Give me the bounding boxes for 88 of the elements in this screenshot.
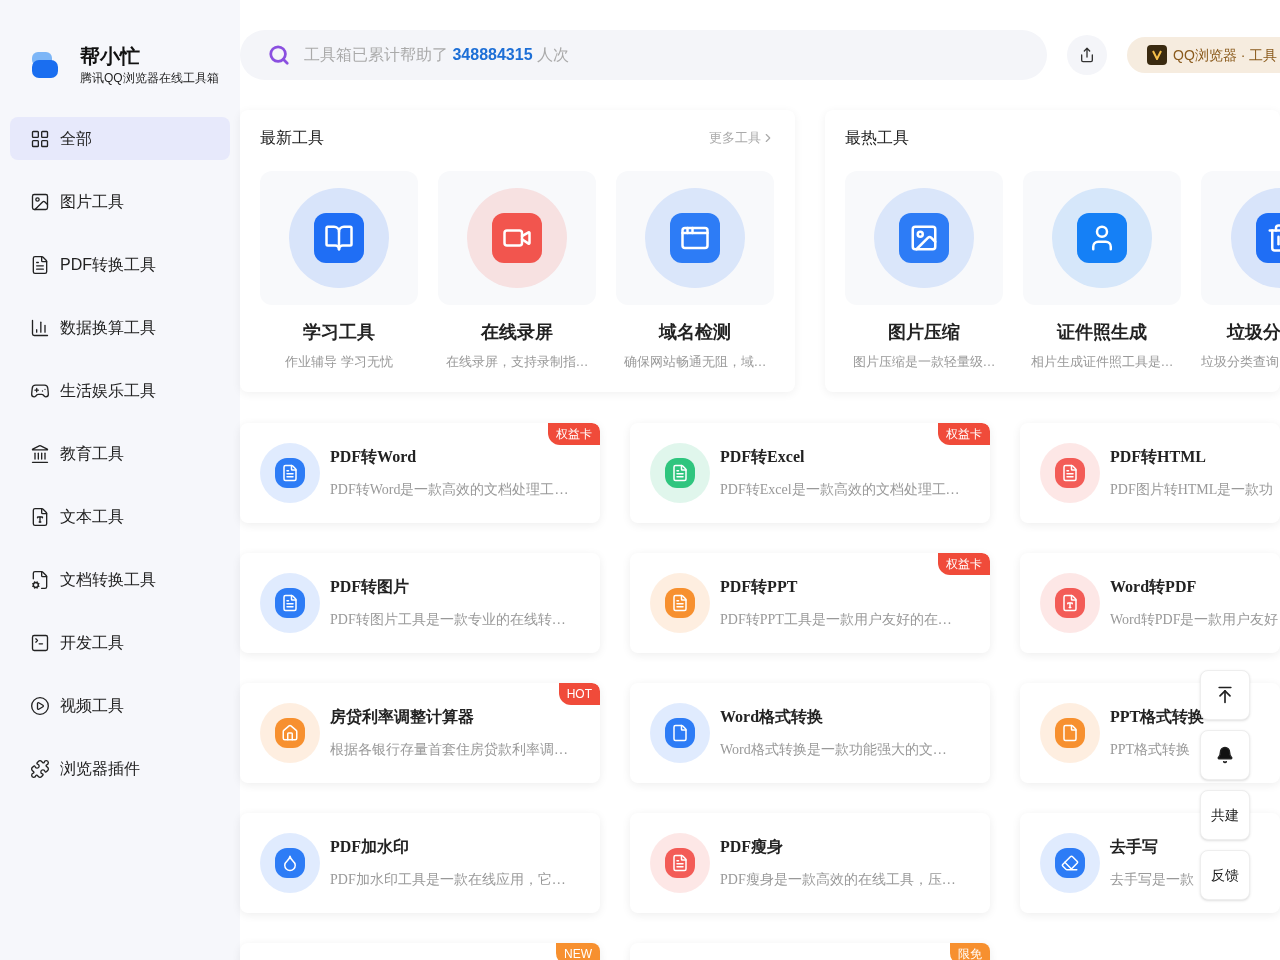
tool-card[interactable]: PDF转图片 PDF转图片工具是一款专业的在线转… bbox=[240, 552, 600, 653]
float-button[interactable]: 反馈 bbox=[1200, 850, 1250, 900]
tool-description: 在线录屏，支持录制指… bbox=[444, 353, 590, 371]
back-to-top-icon bbox=[1215, 685, 1235, 705]
promo-button[interactable]: QQ浏览器 · 工具 bbox=[1127, 37, 1280, 73]
tool-description: 相片生成证件照工具是… bbox=[1029, 353, 1175, 371]
sidebar-item[interactable]: 开发工具 bbox=[10, 621, 230, 664]
sidebar-item[interactable]: 全部 bbox=[10, 117, 230, 160]
tool-description: 作业辅导 学习无忧 bbox=[284, 353, 394, 371]
category-icon bbox=[30, 443, 50, 464]
tool-name: PDF转图片 bbox=[330, 577, 411, 597]
tool-description: Word转PDF是一款用户友好 bbox=[1110, 611, 1279, 629]
tool-description: PDF瘦身是一款高效的在线工具，压… bbox=[720, 871, 956, 889]
panel-title: 最新工具 bbox=[260, 128, 324, 148]
tool-description: PDF转图片工具是一款专业的在线转… bbox=[330, 611, 566, 629]
tool-description: 根据各银行存量首套住房贷款利率调… bbox=[330, 741, 568, 759]
tool-badge: NEW bbox=[556, 942, 600, 960]
tool-name: 在线录屏 bbox=[480, 321, 554, 344]
category-icon bbox=[30, 191, 50, 212]
qq-button[interactable] bbox=[1200, 730, 1250, 780]
tool-name: PDF转HTML bbox=[1110, 447, 1207, 467]
sidebar-item[interactable]: 数据换算工具 bbox=[10, 306, 230, 349]
tool-card[interactable]: PDF加水印 PDF加水印工具是一款在线应用，它… bbox=[240, 812, 600, 913]
tool-card[interactable]: Word格式转换 Word格式转换是一款功能强大的文… bbox=[630, 682, 990, 783]
tool-name: PDF转Excel bbox=[720, 447, 806, 467]
tool-name: 学习工具 bbox=[302, 321, 376, 344]
sidebar-item[interactable]: 图片工具 bbox=[10, 180, 230, 223]
tool-card[interactable]: 权益卡 PDF转Word PDF转Word是一款高效的文档处理工… bbox=[240, 422, 600, 523]
search-icon bbox=[268, 44, 290, 66]
brand-name: 帮小忙 bbox=[80, 44, 141, 69]
tool-card[interactable]: PDF瘦身 PDF瘦身是一款高效的在线工具，压… bbox=[630, 812, 990, 913]
sidebar-item[interactable]: 浏览器插件 bbox=[10, 747, 230, 790]
tool-name: Word转PDF bbox=[1110, 577, 1198, 597]
sidebar-item[interactable]: PDF转换工具 bbox=[10, 243, 230, 286]
share-icon bbox=[1079, 47, 1095, 63]
tool-badge: 权益卡 bbox=[938, 552, 990, 575]
share-button[interactable] bbox=[1067, 35, 1107, 75]
logo-icon bbox=[30, 50, 60, 80]
tool-badge: HOT bbox=[558, 682, 600, 705]
category-icon bbox=[30, 569, 50, 590]
tool-badge: 权益卡 bbox=[548, 422, 600, 445]
category-icon bbox=[30, 506, 50, 527]
sidebar-item[interactable]: 生活娱乐工具 bbox=[10, 369, 230, 412]
category-icon bbox=[30, 758, 50, 779]
tool-name: 域名检测 bbox=[657, 321, 732, 344]
tool-description: PDF转PPT工具是一款用户友好的在… bbox=[720, 611, 952, 629]
tool-card[interactable]: Word转PDF Word转PDF是一款用户友好 bbox=[1020, 552, 1280, 653]
tool-description: PDF转Word是一款高效的文档处理工… bbox=[330, 481, 569, 499]
category-icon bbox=[30, 695, 50, 716]
bell-icon bbox=[1216, 746, 1234, 764]
panel-title: 最热工具 bbox=[845, 128, 909, 148]
tool-name: PDF瘦身 bbox=[720, 837, 785, 857]
tool-description: PDF转Excel是一款高效的文档处理工… bbox=[720, 481, 960, 499]
category-icon bbox=[30, 128, 50, 149]
tool-card[interactable]: PDF转HTML PDF图片转HTML是一款功 bbox=[1020, 422, 1280, 523]
tool-description: PDF图片转HTML是一款功 bbox=[1110, 481, 1274, 499]
tool-name: 去手写 bbox=[1110, 837, 1159, 857]
search-bar[interactable]: 工具箱已累计帮助了 348884315 人次 bbox=[240, 30, 1047, 80]
tool-name: PDF转PPT bbox=[720, 577, 799, 597]
tool-name: PPT格式转换 bbox=[1110, 707, 1205, 727]
tool-card[interactable]: HOT 房贷利率调整计算器 根据各银行存量首套住房贷款利率调… bbox=[240, 682, 600, 783]
sidebar-item[interactable]: 文本工具 bbox=[10, 495, 230, 538]
tool-description: 垃圾分类查询 bbox=[1201, 353, 1280, 371]
tool-description: 确保网站畅通无阻，域… bbox=[622, 353, 768, 371]
browser-logo-icon bbox=[1147, 45, 1167, 65]
tool-name: 证件照生成 bbox=[1055, 321, 1148, 344]
float-button[interactable]: 共建 bbox=[1200, 790, 1250, 840]
tool-description: PDF加水印工具是一款在线应用，它… bbox=[330, 871, 566, 889]
category-icon bbox=[30, 632, 50, 653]
tool-name: 房贷利率调整计算器 bbox=[330, 707, 475, 728]
tool-name: PDF转Word bbox=[330, 447, 418, 467]
tool-badge: 限免 bbox=[950, 942, 990, 960]
category-icon bbox=[30, 254, 50, 275]
tool-name: 图片压缩 bbox=[887, 321, 961, 344]
tool-card[interactable]: 权益卡 PDF转Excel PDF转Excel是一款高效的文档处理工… bbox=[630, 422, 990, 523]
tool-card[interactable]: 权益卡 PDF转PPT PDF转PPT工具是一款用户友好的在… bbox=[630, 552, 990, 653]
tool-description: PPT格式转换 bbox=[1110, 741, 1192, 759]
brand-subtitle: 腾讯QQ浏览器在线工具箱 bbox=[80, 70, 219, 87]
tool-name: PDF加水印 bbox=[330, 837, 411, 857]
category-icon bbox=[30, 317, 50, 338]
sidebar-item[interactable]: 视频工具 bbox=[10, 684, 230, 727]
sidebar-item[interactable]: 教育工具 bbox=[10, 432, 230, 475]
search-placeholder: 工具箱已累计帮助了 348884315 人次 bbox=[304, 45, 569, 65]
tool-description: Word格式转换是一款功能强大的文… bbox=[720, 741, 947, 759]
tool-badge: 权益卡 bbox=[938, 422, 990, 445]
sidebar-item[interactable]: 文档转换工具 bbox=[10, 558, 230, 601]
tool-description: 去手写是一款 bbox=[1110, 871, 1194, 889]
tool-name: Word格式转换 bbox=[720, 707, 825, 727]
